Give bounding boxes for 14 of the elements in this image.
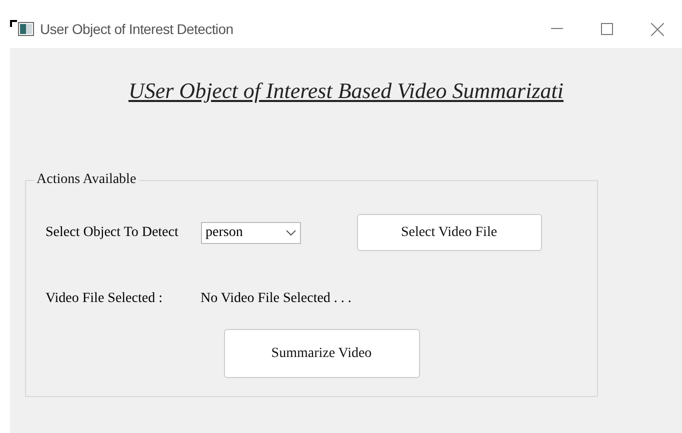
maximize-icon[interactable] bbox=[601, 23, 613, 35]
file-label: Video File Selected : bbox=[46, 291, 164, 307]
group-title: Actions Available bbox=[36, 172, 138, 188]
file-status: No Video File Selected . . . bbox=[200, 291, 352, 307]
summarize-button[interactable]: Summarize Video bbox=[224, 329, 420, 378]
close-icon[interactable] bbox=[650, 22, 664, 36]
window-title: User Object of Interest Detection bbox=[40, 21, 234, 37]
object-label: Select Object To Detect bbox=[46, 224, 180, 240]
object-dropdown[interactable]: person bbox=[200, 222, 300, 244]
chevron-icon bbox=[286, 230, 296, 236]
app-heading: USer Object of Interest Based Video Summarizati bbox=[128, 78, 564, 104]
minimize-icon[interactable] bbox=[551, 28, 563, 30]
app-icon bbox=[18, 22, 34, 36]
select-video-button[interactable]: Select Video File bbox=[356, 214, 542, 251]
